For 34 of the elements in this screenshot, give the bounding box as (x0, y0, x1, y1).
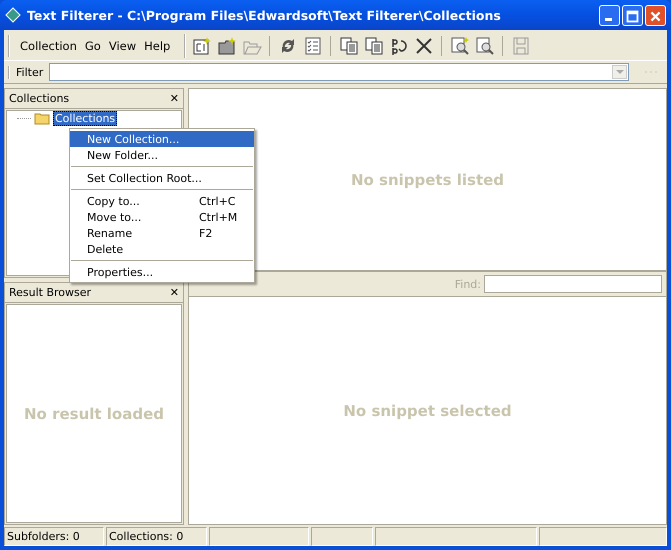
filter-combo[interactable] (49, 63, 629, 81)
menu-item[interactable]: Properties... (70, 264, 254, 280)
panel-title: Collections (9, 92, 70, 105)
close-icon[interactable]: ✕ (170, 92, 179, 105)
menu-item[interactable]: Move to... Ctrl+M (70, 209, 254, 225)
tree-item[interactable]: Collections (53, 111, 118, 126)
panel-title: Result Browser (9, 286, 92, 299)
status-panel: Collections: 0 (106, 527, 207, 546)
empty-message: No snippet selected (343, 402, 512, 420)
folder-icon (34, 112, 50, 125)
app-icon (5, 7, 21, 23)
menu-item[interactable]: View (108, 39, 136, 53)
menu-item[interactable]: Go (84, 39, 101, 53)
menu-item[interactable]: Set Collection Root... (70, 170, 254, 186)
window-title: Text Filterer - C:\Program Files\Edwardsoft\Text Filterer\Collections (27, 8, 502, 22)
close-icon[interactable]: ✕ (170, 286, 179, 299)
maximize-button[interactable] (622, 4, 643, 26)
status-panel: Subfolders: 0 (4, 527, 104, 546)
menu-item[interactable]: New Folder... (70, 147, 254, 163)
minimize-icon (605, 18, 612, 20)
menu-item[interactable]: Collection (20, 39, 77, 53)
caret-icon (616, 70, 624, 74)
menu-item[interactable]: New Collection... (70, 131, 254, 147)
empty-message: No snippets listed (350, 170, 504, 188)
menu-item[interactable]: Delete (70, 241, 254, 257)
menu-item[interactable]: Rename F2 (70, 225, 254, 241)
filter-label: Filter (8, 66, 44, 78)
find-label: Find: (454, 278, 481, 290)
menu-item[interactable]: Help (144, 39, 170, 53)
status-panel (311, 527, 373, 546)
minimize-button[interactable] (599, 4, 620, 26)
close-button[interactable] (645, 4, 666, 26)
empty-message: No result loaded (24, 404, 164, 422)
menu-item[interactable]: Copy to... Ctrl+C (70, 193, 254, 209)
